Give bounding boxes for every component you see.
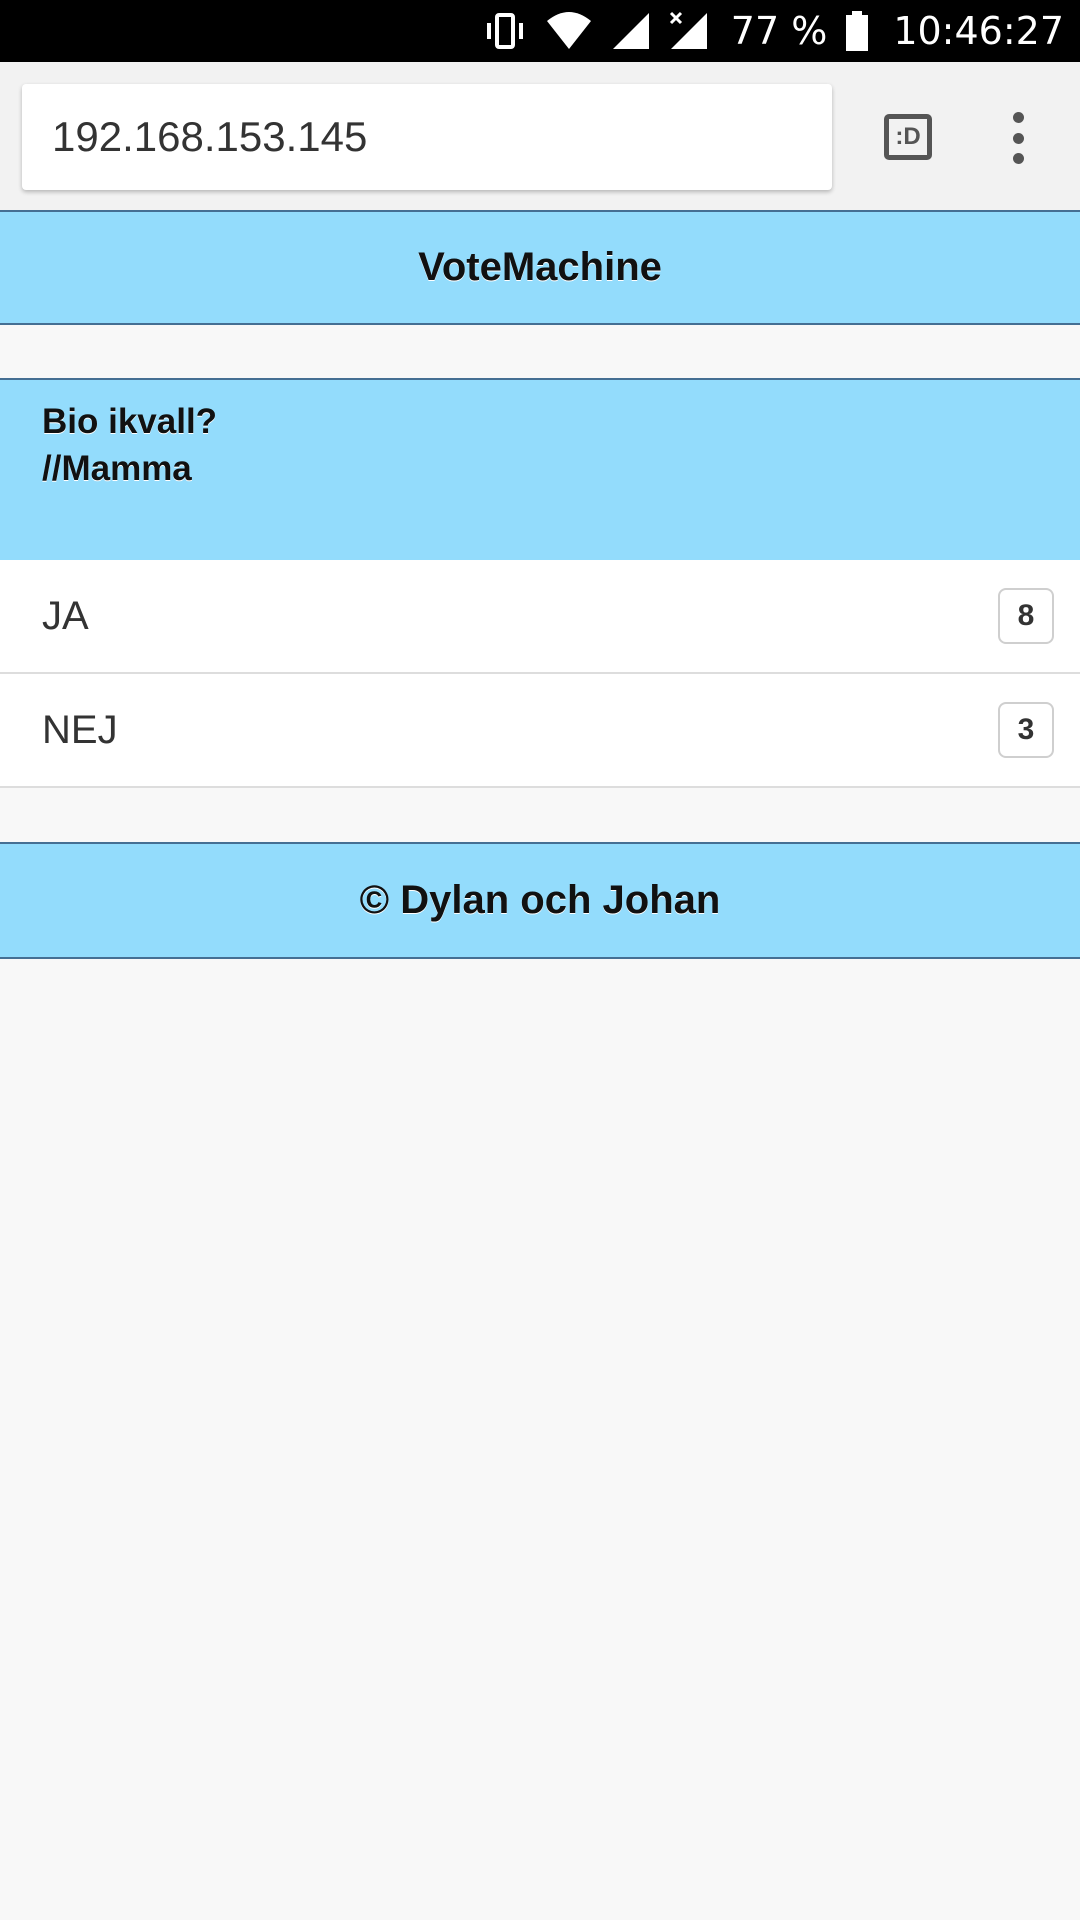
more-vert-icon[interactable] (1000, 112, 1036, 164)
signal-icon (611, 11, 651, 51)
question-author: //Mamma (42, 449, 192, 488)
battery-percent: 77 % (730, 9, 828, 53)
signal-no-data-icon (669, 11, 709, 51)
address-bar[interactable]: 192.168.153.145 (22, 84, 832, 190)
browser-toolbar: 192.168.153.145 :D (0, 62, 1080, 210)
question-text: Bio ikvall? (42, 402, 218, 441)
vibrate-icon (483, 11, 527, 51)
poll-question: Bio ikvall? //Mamma (0, 378, 1080, 560)
tab-switcher-button[interactable]: :D (884, 114, 932, 160)
page-footer: © Dylan och Johan (0, 842, 1080, 959)
vote-count-badge: 8 (998, 588, 1054, 644)
page-content: VoteMachine Bio ikvall? //Mamma JA 8 NEJ… (0, 210, 1080, 959)
vote-count-badge: 3 (998, 702, 1054, 758)
page-title: VoteMachine (0, 210, 1080, 325)
wifi-icon (545, 11, 593, 51)
status-bar: 77 % 10:46:27 (0, 0, 1080, 62)
vote-option-nej[interactable]: NEJ 3 (0, 674, 1080, 788)
vote-option-ja[interactable]: JA 8 (0, 560, 1080, 674)
option-label: JA (42, 593, 89, 638)
clock: 10:46:27 (893, 9, 1064, 53)
battery-icon (845, 11, 869, 51)
option-label: NEJ (42, 707, 118, 752)
